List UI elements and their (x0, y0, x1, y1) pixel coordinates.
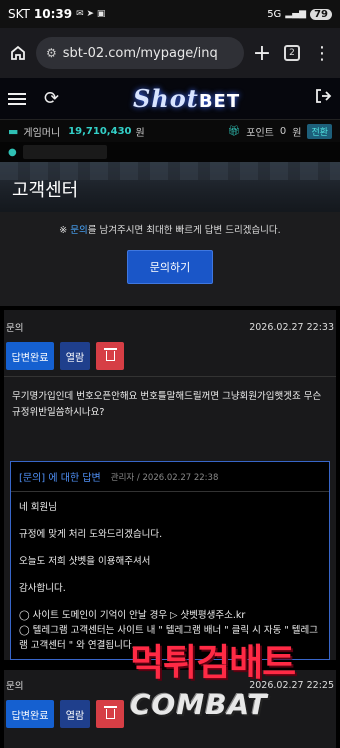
network-label: 5G (267, 8, 282, 20)
convert-button[interactable]: 전환 (307, 123, 332, 139)
inquiry-label: 문의 (6, 681, 24, 692)
answer-title: [문의] 에 대한 답변 (19, 473, 101, 484)
site-settings-icon[interactable]: ⚙ (46, 46, 57, 60)
notification-icons: ✉ ➤ ▣ (76, 9, 106, 19)
battery-indicator: 79 (310, 8, 332, 20)
answer-line: 네 회원님 (19, 502, 57, 513)
tab-switcher-button[interactable]: 2 (280, 41, 304, 65)
money-label: 게임머니 (23, 127, 61, 139)
browser-toolbar: ⚙ sbt-02.com/mypage/inq + 2 ⋮ (0, 28, 340, 78)
signal-icon: ▂▄▆ (285, 9, 307, 19)
refresh-icon[interactable]: ⟳ (44, 88, 59, 109)
point-value: 0 (279, 125, 287, 137)
point-unit: 원 (292, 127, 302, 139)
redacted-username (22, 145, 107, 159)
url-text: sbt-02.com/mypage/inq (62, 45, 218, 61)
point-label: 포인트 (246, 127, 274, 139)
more-menu-icon[interactable]: ⋮ (310, 41, 334, 65)
new-tab-icon[interactable]: + (250, 41, 274, 66)
gift-icon: 🎁︎ (227, 125, 241, 137)
page-banner: 고객센터 (0, 162, 340, 212)
site-header: ⟳ ShotBET (0, 78, 340, 120)
answered-status-button[interactable]: 답변완료 (6, 700, 54, 728)
hamburger-menu-icon[interactable] (8, 92, 26, 105)
delete-button[interactable] (96, 700, 124, 728)
logout-icon[interactable] (314, 87, 332, 110)
notice-text: ※ 문의를 남겨주시면 최대한 빠르게 답변 드리겠습니다. (59, 225, 281, 236)
status-bar: SKT 10:39 ✉ ➤ ▣ 5G ▂▄▆ 79 (0, 0, 340, 28)
inquiry-question: 무기명가입인데 번호오픈안해요 번호틀말해드릴꺼면 그냥회원가입햇겟죠 무슨규정… (12, 391, 322, 418)
answer-line: ◯ 텔레그램 고객센터는 사이트 내 " 텔레그램 배너 " 클릭 시 자동 "… (19, 625, 318, 651)
inquiry-label: 문의 (6, 323, 24, 334)
answered-status-button[interactable]: 답변완료 (6, 342, 54, 370)
view-button[interactable]: 열람 (60, 342, 90, 370)
site-logo[interactable]: ShotBET (59, 84, 314, 113)
inquire-button[interactable]: 문의하기 (127, 250, 213, 284)
wallet-icon: ▬ (8, 124, 19, 138)
clock: 10:39 (33, 7, 73, 21)
inquiry-date: 2026.02.27 22:33 (249, 321, 334, 333)
inquiry-date: 2026.02.27 22:25 (249, 679, 334, 691)
answer-line: ◯ 사이트 도메인이 기억이 안날 경우 ▷ 샷벳평생주소.kr (19, 610, 246, 621)
answer-line: 규정에 맞게 처리 도와드리겠습니다. (19, 529, 163, 540)
address-bar[interactable]: ⚙ sbt-02.com/mypage/inq (36, 37, 244, 69)
tab-count: 2 (284, 45, 300, 61)
answer-meta: 관리자 / 2026.02.27 22:38 (110, 472, 219, 483)
user-bar: ● (0, 142, 340, 162)
money-value: 19,710,430 (68, 125, 132, 137)
trash-icon (103, 706, 117, 719)
user-icon: ● (8, 146, 17, 158)
inquiry-card: 문의 2026.02.27 22:25 답변완료 열람 (4, 670, 336, 748)
notice-section: ※ 문의를 남겨주시면 최대한 빠르게 답변 드리겠습니다. 문의하기 (0, 212, 340, 306)
balance-bar: ▬ 게임머니 19,710,430 원 🎁︎ 포인트 0 원 전환 (0, 120, 340, 142)
answer-line: 오늘도 저희 샷벳을 이용해주셔서 (19, 556, 151, 567)
delete-button[interactable] (96, 342, 124, 370)
answer-line: 감사합니다. (19, 583, 66, 594)
answer-body: 네 회원님 규정에 맞게 처리 도와드리겠습니다. 오늘도 저희 샷벳을 이용해… (11, 492, 329, 659)
trash-icon (103, 348, 117, 361)
home-icon[interactable] (6, 41, 30, 65)
carrier-label: SKT (8, 7, 30, 21)
inquiry-card: 문의 2026.02.27 22:33 답변완료 열람 무기명가입인데 번호오픈… (4, 310, 336, 660)
page-title: 고객센터 (12, 180, 79, 201)
view-button[interactable]: 열람 (60, 700, 90, 728)
answer-box: [문의] 에 대한 답변 관리자 / 2026.02.27 22:38 네 회원… (10, 461, 330, 660)
money-unit: 원 (135, 127, 145, 139)
